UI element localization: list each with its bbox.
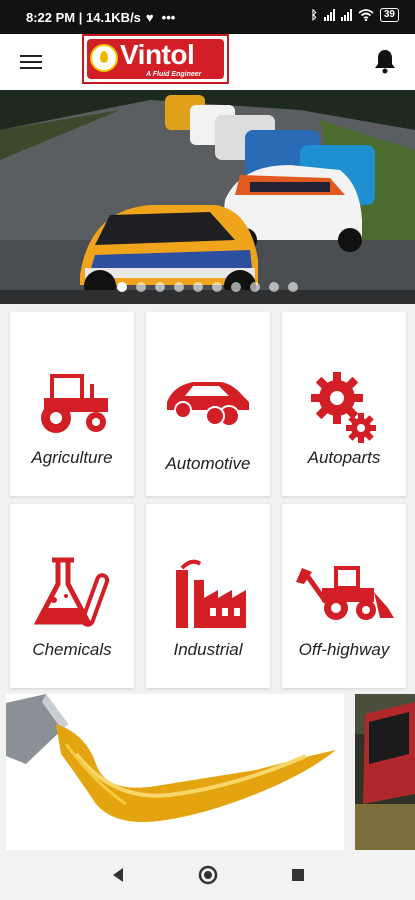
brand-tagline: A Fluid Engineer bbox=[146, 71, 202, 78]
harvester-image bbox=[355, 694, 415, 850]
oil-pour-image bbox=[6, 694, 344, 850]
home-icon[interactable] bbox=[197, 864, 219, 886]
category-card-off-highway[interactable]: Off-highway bbox=[282, 504, 406, 688]
category-card-industrial[interactable]: Industrial bbox=[146, 504, 270, 688]
backhoe-icon bbox=[296, 566, 394, 620]
bell-icon[interactable] bbox=[373, 48, 397, 74]
category-card-autoparts[interactable]: Autoparts bbox=[282, 312, 406, 496]
category-label-chemicals: Chemicals bbox=[32, 640, 112, 659]
carousel-dot[interactable] bbox=[155, 282, 165, 292]
recents-icon[interactable] bbox=[291, 868, 305, 882]
carousel-dot[interactable] bbox=[250, 282, 260, 292]
factory-icon bbox=[176, 559, 246, 628]
category-card-chemicals[interactable]: Chemicals bbox=[10, 504, 134, 688]
carousel-dot[interactable] bbox=[269, 282, 279, 292]
flask-icon bbox=[33, 557, 110, 627]
back-icon[interactable] bbox=[111, 867, 125, 883]
carousel-dot[interactable] bbox=[231, 282, 241, 292]
carousel-dot[interactable] bbox=[212, 282, 222, 292]
tractor-icon bbox=[41, 374, 108, 433]
status-time: 8:22 PM | 14.1KB/s bbox=[26, 9, 141, 25]
carousel-dot[interactable] bbox=[117, 282, 127, 292]
status-bar: 8:22 PM | 14.1KB/s ♥ ••• ᛒ 39 bbox=[0, 0, 415, 34]
signal-icon-2 bbox=[340, 9, 352, 21]
banner-carousel[interactable] bbox=[0, 90, 415, 304]
category-label-autoparts: Autoparts bbox=[307, 448, 381, 467]
signal-icon bbox=[323, 9, 335, 21]
drop-icon bbox=[90, 44, 118, 72]
bluetooth-icon: ᛒ bbox=[310, 8, 318, 22]
system-nav-bar bbox=[0, 850, 415, 900]
app-bar: Vintol A Fluid Engineer bbox=[0, 34, 415, 90]
racing-cars-image bbox=[0, 90, 415, 304]
carousel-dot[interactable] bbox=[174, 282, 184, 292]
vintol-logo: Vintol A Fluid Engineer bbox=[82, 34, 229, 84]
car-icon bbox=[167, 382, 249, 427]
carousel-dot[interactable] bbox=[136, 282, 146, 292]
promo-oil-banner[interactable] bbox=[6, 694, 344, 850]
category-label-automotive: Automotive bbox=[165, 454, 251, 473]
brand-name: Vintol bbox=[120, 39, 195, 70]
heart-icon: ♥ bbox=[145, 9, 154, 25]
battery-indicator: 39 bbox=[379, 8, 399, 22]
category-label-agriculture: Agriculture bbox=[31, 448, 113, 467]
promo-harvester-banner[interactable] bbox=[355, 694, 415, 850]
menu-icon[interactable] bbox=[20, 51, 42, 71]
gears-icon bbox=[311, 372, 376, 443]
category-card-agriculture[interactable]: Agriculture bbox=[10, 312, 134, 496]
wifi-icon bbox=[358, 9, 374, 21]
carousel-dot[interactable] bbox=[288, 282, 298, 292]
category-grid: Agriculture Automotive Autoparts Chemica… bbox=[0, 304, 415, 694]
more-icon: ••• bbox=[161, 9, 176, 25]
carousel-indicator[interactable] bbox=[0, 282, 415, 292]
category-card-automotive[interactable]: Automotive bbox=[146, 312, 270, 496]
category-label-industrial: Industrial bbox=[173, 640, 243, 659]
category-label-off-highway: Off-highway bbox=[298, 640, 390, 659]
carousel-dot[interactable] bbox=[193, 282, 203, 292]
